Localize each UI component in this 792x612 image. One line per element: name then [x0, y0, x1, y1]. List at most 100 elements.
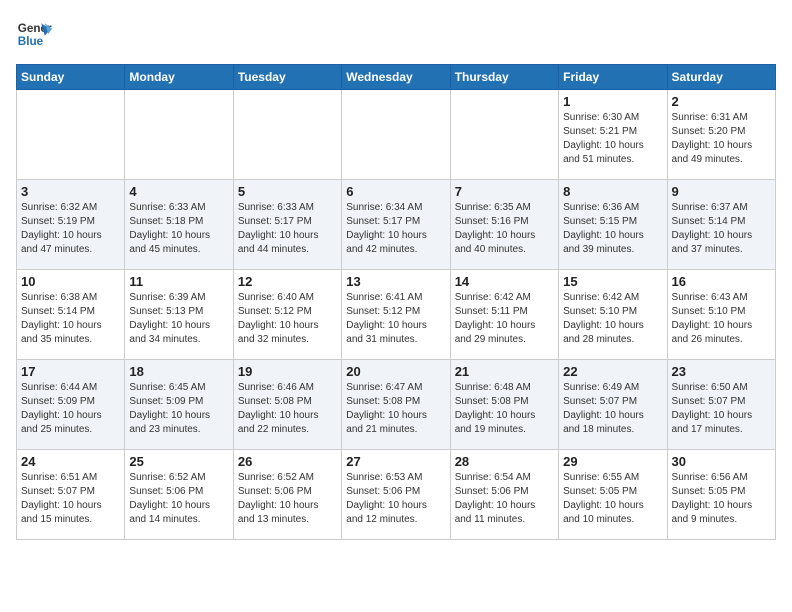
calendar-cell: 5Sunrise: 6:33 AM Sunset: 5:17 PM Daylig… — [233, 180, 341, 270]
day-info: Sunrise: 6:33 AM Sunset: 5:17 PM Dayligh… — [238, 201, 337, 257]
calendar-cell: 3 Sunrise: 6:32 AM Sunset: 5:19 PM Daylig… — [17, 180, 125, 270]
calendar-cell: 18Sunrise: 6:45 AM Sunset: 5:09 PM Dayli… — [125, 360, 233, 450]
day-info: Sunrise: 6:33 AM Sunset: 5:18 PM Dayligh… — [129, 201, 228, 257]
calendar-cell: 29 Sunrise: 6:55 AM Sunset: 5:05 PM Dayli… — [559, 450, 667, 540]
calendar-cell: 14Sunrise: 6:42 AM Sunset: 5:11 PM Dayli… — [450, 270, 558, 360]
day-info: Sunrise: 6:34 AM Sunset: 5:17 PM Dayligh… — [346, 201, 445, 257]
calendar-cell: 25 Sunrise: 6:52 AM Sunset: 5:06 PM Dayli… — [125, 450, 233, 540]
logo-icon: General Blue — [16, 16, 52, 52]
day-info: Sunrise: 6:48 AM Sunset: 5:08 PM Dayligh… — [455, 381, 554, 437]
day-info: Sunrise: 6:31 AM Sunset: 5:20 PM Dayligh… — [672, 111, 771, 167]
day-info: Sunrise: 6:47 AM Sunset: 5:08 PM Dayligh… — [346, 381, 445, 437]
day-info: Sunrise: 6:41 AM Sunset: 5:12 PM Dayligh… — [346, 291, 445, 347]
day-info: Sunrise: 6:43 AM Sunset: 5:10 PM Dayligh… — [672, 291, 771, 347]
day-number: 7 — [455, 184, 554, 199]
day-number: 10 — [21, 274, 120, 289]
calendar-cell: 21 Sunrise: 6:48 AM Sunset: 5:08 PM Dayli… — [450, 360, 558, 450]
day-info: Sunrise: 6:30 AM Sunset: 5:21 PM Dayligh… — [563, 111, 662, 167]
day-number: 14 — [455, 274, 554, 289]
day-number: 22 — [563, 364, 662, 379]
weekday-header-saturday: Saturday — [667, 65, 775, 90]
calendar-week-4: 17Sunrise: 6:44 AM Sunset: 5:09 PM Dayli… — [17, 360, 776, 450]
day-info: Sunrise: 6:42 AM Sunset: 5:10 PM Dayligh… — [563, 291, 662, 347]
day-info: Sunrise: 6:53 AM Sunset: 5:06 PM Dayligh… — [346, 471, 445, 527]
day-info: Sunrise: 6:32 AM Sunset: 5:19 PM Dayligh… — [21, 201, 120, 257]
calendar-cell: 16 Sunrise: 6:43 AM Sunset: 5:10 PM Dayli… — [667, 270, 775, 360]
weekday-header-wednesday: Wednesday — [342, 65, 450, 90]
day-number: 8 — [563, 184, 662, 199]
calendar-cell: 8 Sunrise: 6:36 AM Sunset: 5:15 PM Daylig… — [559, 180, 667, 270]
day-number: 16 — [672, 274, 771, 289]
day-number: 23 — [672, 364, 771, 379]
day-info: Sunrise: 6:36 AM Sunset: 5:15 PM Dayligh… — [563, 201, 662, 257]
day-number: 27 — [346, 454, 445, 469]
day-info: Sunrise: 6:35 AM Sunset: 5:16 PM Dayligh… — [455, 201, 554, 257]
day-number: 11 — [129, 274, 228, 289]
weekday-header-friday: Friday — [559, 65, 667, 90]
calendar-cell: 20 Sunrise: 6:47 AM Sunset: 5:08 PM Dayli… — [342, 360, 450, 450]
calendar-cell: 4 Sunrise: 6:33 AM Sunset: 5:18 PM Daylig… — [125, 180, 233, 270]
day-number: 3 — [21, 184, 120, 199]
logo: General Blue — [16, 16, 56, 52]
calendar-cell: 7 Sunrise: 6:35 AM Sunset: 5:16 PM Daylig… — [450, 180, 558, 270]
day-info: Sunrise: 6:56 AM Sunset: 5:05 PM Dayligh… — [672, 471, 771, 527]
calendar-cell — [342, 90, 450, 180]
day-info: Sunrise: 6:51 AM Sunset: 5:07 PM Dayligh… — [21, 471, 120, 527]
day-number: 6 — [346, 184, 445, 199]
calendar-cell — [17, 90, 125, 180]
calendar-body: 1 Sunrise: 6:30 AM Sunset: 5:21 PM Daylig… — [17, 90, 776, 540]
weekday-header-row: SundayMondayTuesdayWednesdayThursdayFrid… — [17, 65, 776, 90]
day-info: Sunrise: 6:49 AM Sunset: 5:07 PM Dayligh… — [563, 381, 662, 437]
day-info: Sunrise: 6:54 AM Sunset: 5:06 PM Dayligh… — [455, 471, 554, 527]
calendar-week-3: 10 Sunrise: 6:38 AM Sunset: 5:14 PM Dayli… — [17, 270, 776, 360]
day-number: 24 — [21, 454, 120, 469]
calendar-cell: 11 Sunrise: 6:39 AM Sunset: 5:13 PM Dayli… — [125, 270, 233, 360]
day-number: 20 — [346, 364, 445, 379]
calendar-cell: 10 Sunrise: 6:38 AM Sunset: 5:14 PM Dayli… — [17, 270, 125, 360]
calendar-cell: 26 Sunrise: 6:52 AM Sunset: 5:06 PM Dayli… — [233, 450, 341, 540]
day-number: 25 — [129, 454, 228, 469]
day-number: 26 — [238, 454, 337, 469]
day-number: 28 — [455, 454, 554, 469]
day-info: Sunrise: 6:46 AM Sunset: 5:08 PM Dayligh… — [238, 381, 337, 437]
calendar-cell: 19Sunrise: 6:46 AM Sunset: 5:08 PM Dayli… — [233, 360, 341, 450]
calendar-table: SundayMondayTuesdayWednesdayThursdayFrid… — [16, 64, 776, 540]
calendar-cell: 28 Sunrise: 6:54 AM Sunset: 5:06 PM Dayli… — [450, 450, 558, 540]
calendar-header: SundayMondayTuesdayWednesdayThursdayFrid… — [17, 65, 776, 90]
calendar-cell: 12Sunrise: 6:40 AM Sunset: 5:12 PM Dayli… — [233, 270, 341, 360]
calendar-cell: 2Sunrise: 6:31 AM Sunset: 5:20 PM Daylig… — [667, 90, 775, 180]
day-number: 4 — [129, 184, 228, 199]
svg-text:Blue: Blue — [18, 35, 44, 48]
calendar-cell: 15Sunrise: 6:42 AM Sunset: 5:10 PM Dayli… — [559, 270, 667, 360]
day-info: Sunrise: 6:50 AM Sunset: 5:07 PM Dayligh… — [672, 381, 771, 437]
calendar-cell: 1 Sunrise: 6:30 AM Sunset: 5:21 PM Daylig… — [559, 90, 667, 180]
calendar-cell — [450, 90, 558, 180]
calendar-cell: 23 Sunrise: 6:50 AM Sunset: 5:07 PM Dayli… — [667, 360, 775, 450]
calendar-week-5: 24 Sunrise: 6:51 AM Sunset: 5:07 PM Dayli… — [17, 450, 776, 540]
day-number: 21 — [455, 364, 554, 379]
day-info: Sunrise: 6:52 AM Sunset: 5:06 PM Dayligh… — [129, 471, 228, 527]
calendar-cell: 6 Sunrise: 6:34 AM Sunset: 5:17 PM Daylig… — [342, 180, 450, 270]
calendar-cell: 24 Sunrise: 6:51 AM Sunset: 5:07 PM Dayli… — [17, 450, 125, 540]
day-info: Sunrise: 6:40 AM Sunset: 5:12 PM Dayligh… — [238, 291, 337, 347]
day-info: Sunrise: 6:37 AM Sunset: 5:14 PM Dayligh… — [672, 201, 771, 257]
day-number: 1 — [563, 94, 662, 109]
weekday-header-monday: Monday — [125, 65, 233, 90]
calendar-week-2: 3 Sunrise: 6:32 AM Sunset: 5:19 PM Daylig… — [17, 180, 776, 270]
calendar-cell: 13 Sunrise: 6:41 AM Sunset: 5:12 PM Dayli… — [342, 270, 450, 360]
day-number: 18 — [129, 364, 228, 379]
calendar-cell: 9 Sunrise: 6:37 AM Sunset: 5:14 PM Daylig… — [667, 180, 775, 270]
day-info: Sunrise: 6:38 AM Sunset: 5:14 PM Dayligh… — [21, 291, 120, 347]
calendar-cell: 30 Sunrise: 6:56 AM Sunset: 5:05 PM Dayli… — [667, 450, 775, 540]
day-number: 13 — [346, 274, 445, 289]
day-info: Sunrise: 6:52 AM Sunset: 5:06 PM Dayligh… — [238, 471, 337, 527]
page-header: General Blue — [16, 16, 776, 52]
calendar-cell — [233, 90, 341, 180]
day-number: 9 — [672, 184, 771, 199]
day-info: Sunrise: 6:39 AM Sunset: 5:13 PM Dayligh… — [129, 291, 228, 347]
day-number: 29 — [563, 454, 662, 469]
weekday-header-thursday: Thursday — [450, 65, 558, 90]
day-info: Sunrise: 6:55 AM Sunset: 5:05 PM Dayligh… — [563, 471, 662, 527]
day-number: 30 — [672, 454, 771, 469]
day-number: 17 — [21, 364, 120, 379]
